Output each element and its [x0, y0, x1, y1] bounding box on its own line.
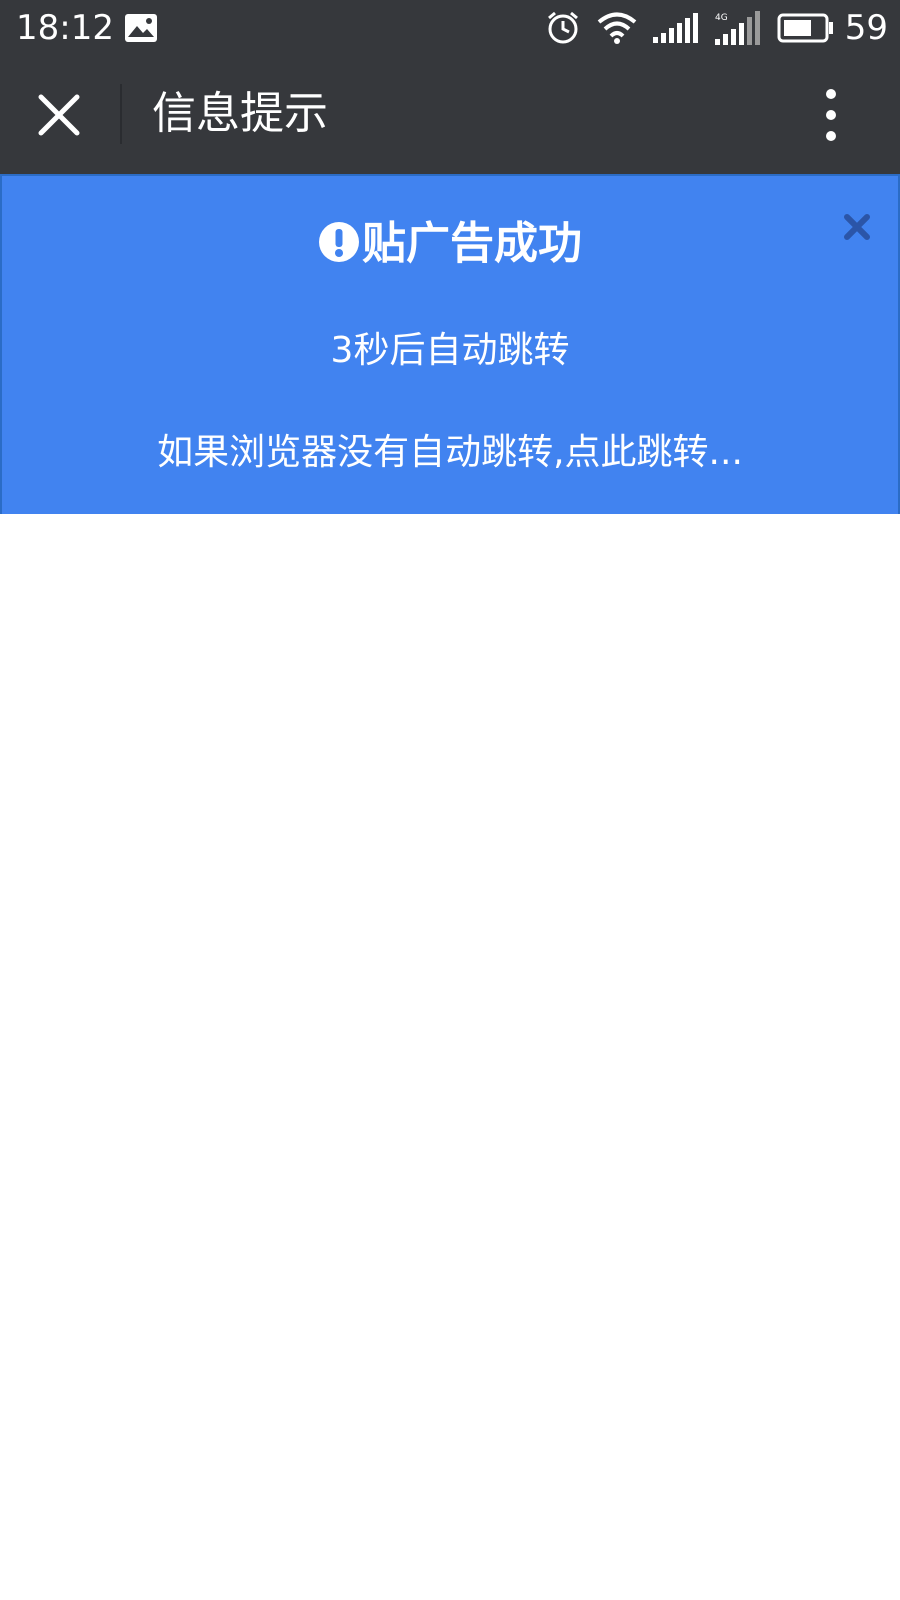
- signal-4g-icon: 4G: [714, 11, 760, 45]
- alarm-icon: [547, 11, 578, 44]
- exclamation-circle-icon: [319, 222, 359, 262]
- page-content: [0, 514, 900, 1600]
- battery-icon: [777, 13, 833, 43]
- signal-icon: [652, 13, 698, 43]
- svg-text:4G: 4G: [715, 13, 728, 23]
- notice-title: 贴广告成功: [2, 214, 898, 274]
- notice-title-text: 贴广告成功: [362, 218, 582, 269]
- close-icon[interactable]: [36, 92, 82, 138]
- page-title: 信息提示: [152, 88, 328, 139]
- gallery-icon: [125, 14, 157, 42]
- more-vertical-icon[interactable]: [816, 86, 846, 144]
- success-notice: 贴广告成功 3秒后自动跳转 如果浏览器没有自动跳转,点此跳转...: [0, 174, 900, 516]
- battery-level: 59: [844, 8, 888, 48]
- status-time: 18:12: [16, 8, 114, 48]
- toolbar-divider: [120, 84, 122, 144]
- countdown-text: 3秒后自动跳转: [330, 330, 570, 371]
- status-bar: 18:12 4G 59: [0, 0, 900, 56]
- app-toolbar: 信息提示: [0, 56, 900, 174]
- redirect-link[interactable]: 如果浏览器没有自动跳转,点此跳转...: [2, 430, 898, 476]
- wifi-icon: [597, 12, 637, 44]
